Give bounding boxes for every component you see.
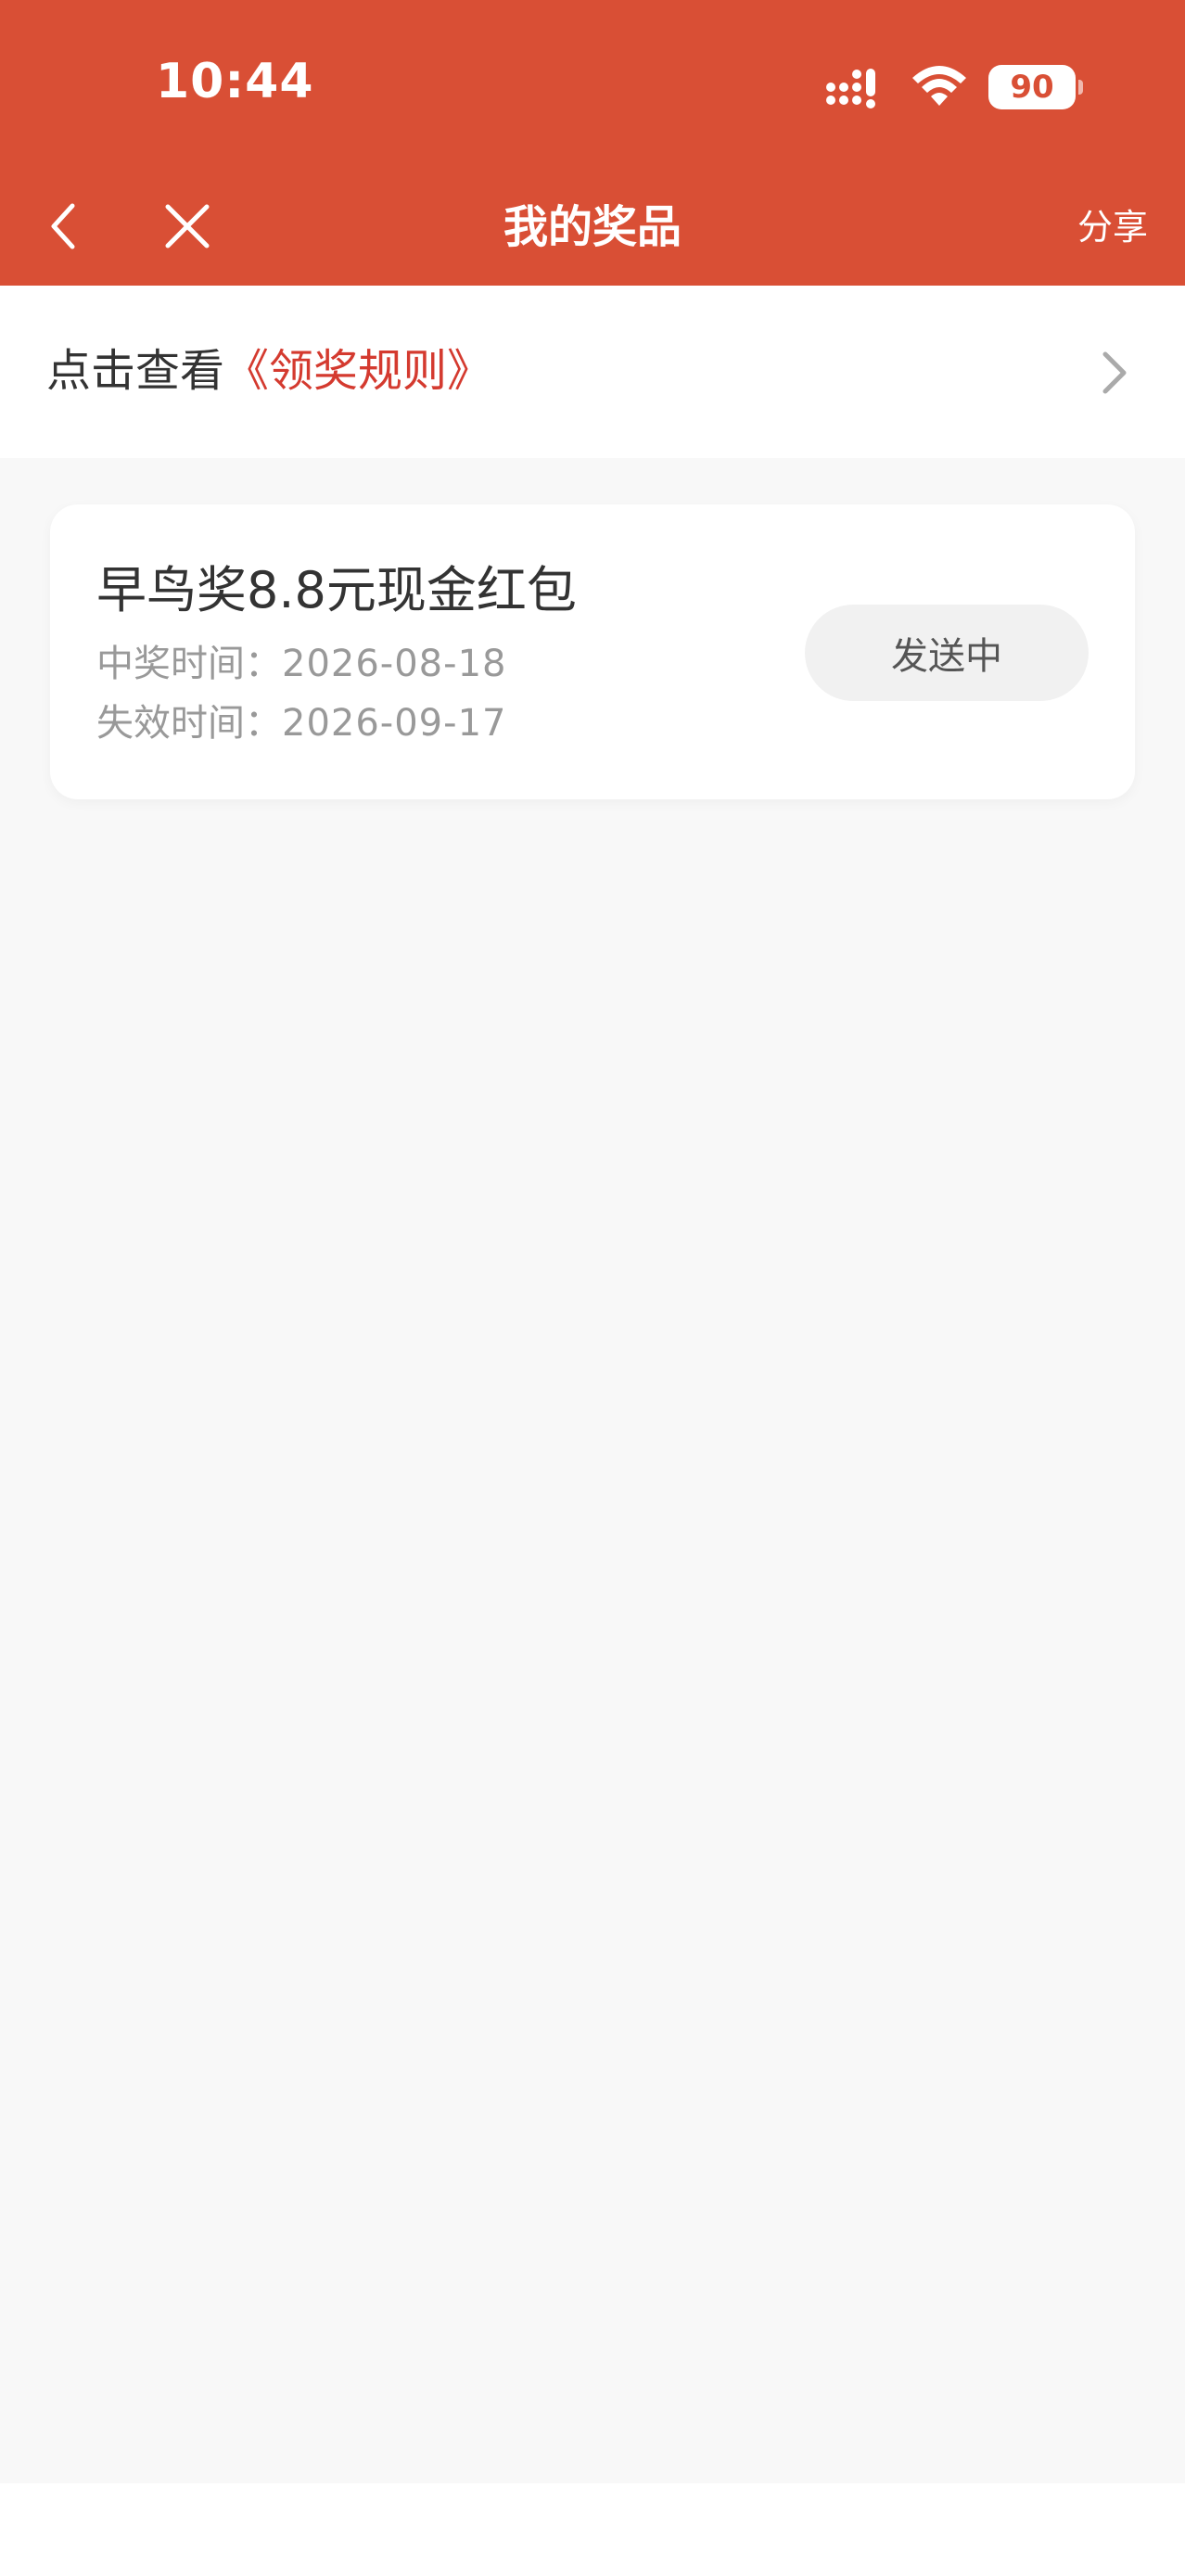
- win-time: 中奖时间：2026-08-18: [96, 638, 506, 690]
- status-time: 10:44: [156, 54, 314, 109]
- prize-status-button[interactable]: 发送中: [805, 605, 1089, 701]
- status-icons: 90: [825, 63, 1083, 111]
- back-button[interactable]: [32, 191, 95, 261]
- rules-link-row[interactable]: 点击查看《领奖规则》: [0, 286, 1185, 458]
- prize-name: 早鸟奖8.8元现金红包: [96, 561, 577, 619]
- share-button[interactable]: 分享: [1077, 195, 1148, 260]
- rules-prefix: 点击查看: [46, 345, 225, 397]
- rules-text: 点击查看《领奖规则》: [46, 338, 491, 404]
- battery-level: 90: [1010, 69, 1054, 106]
- expire-time-value: 2026-09-17: [282, 702, 507, 745]
- top-header: 10:44 90 我的奖品 分享: [0, 0, 1185, 286]
- prize-card: 早鸟奖8.8元现金红包 中奖时间：2026-08-18 失效时间：2026-09…: [50, 504, 1135, 799]
- chevron-left-icon: [51, 203, 75, 249]
- chevron-right-icon: [1102, 351, 1127, 394]
- cellular-signal-icon: [826, 69, 875, 108]
- rules-link[interactable]: 《领奖规则》: [224, 345, 491, 397]
- win-time-value: 2026-08-18: [282, 643, 507, 685]
- bottom-safe-area: [0, 2483, 1185, 2576]
- expire-time: 失效时间：2026-09-17: [96, 697, 506, 749]
- expire-time-label: 失效时间：: [96, 702, 282, 745]
- close-button[interactable]: [154, 191, 221, 261]
- close-icon: [165, 204, 210, 249]
- battery-icon: 90: [988, 65, 1083, 109]
- wifi-icon: [912, 66, 966, 106]
- win-time-label: 中奖时间：: [96, 643, 282, 685]
